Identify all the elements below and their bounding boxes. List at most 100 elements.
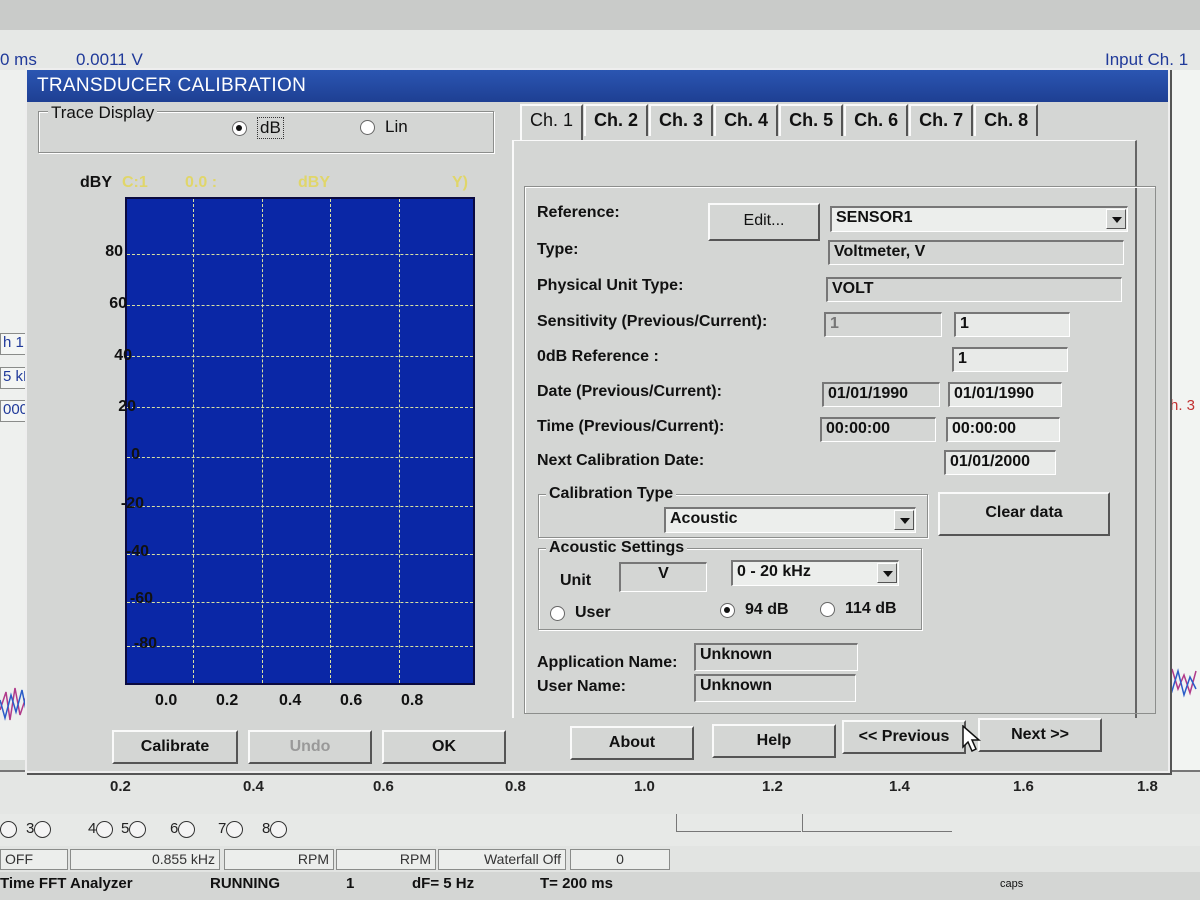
tab-ch-7[interactable]: Ch. 7 — [909, 104, 974, 136]
unit-field: V — [619, 562, 707, 592]
tab-ch-2[interactable]: Ch. 2 — [584, 104, 649, 136]
radio-lin-indicator — [360, 119, 375, 135]
y-tick: -20 — [120, 495, 144, 512]
dialog-titlebar: TRANSDUCER CALIBRATION — [27, 70, 1168, 102]
y-tick: -40 — [125, 543, 149, 560]
chevron-down-icon[interactable] — [894, 510, 914, 530]
x-tick: 0.6 — [340, 692, 363, 709]
plot-grid-vertical — [193, 199, 194, 683]
axis-tick: 0.8 — [505, 778, 526, 795]
plot-grid-vertical — [262, 199, 263, 683]
reference-value: SENSOR1 — [836, 209, 913, 226]
plot-header-unit: dBY — [298, 174, 330, 191]
tab-ch-6[interactable]: Ch. 6 — [844, 104, 909, 136]
clear-data-button[interactable]: Clear data — [938, 492, 1110, 536]
channel-radio-5[interactable]: 5 — [121, 820, 147, 838]
tab-ch-8[interactable]: Ch. 8 — [974, 104, 1039, 136]
plot-grid-vertical — [330, 199, 331, 683]
plot-header-value: 0.0 : — [185, 174, 218, 191]
frequency-range-dropdown[interactable]: 0 - 20 kHz — [731, 560, 899, 586]
channel-radio-2[interactable] — [0, 820, 17, 838]
physical-unit-label: Physical Unit Type: — [537, 277, 684, 294]
mouse-pointer-icon — [962, 725, 981, 753]
transducer-form-group — [524, 186, 1156, 714]
radio-94db-indicator — [720, 602, 735, 618]
channel-selector-bar: 3 4 5 6 7 8 — [0, 814, 1200, 846]
application-name-label: Application Name: — [537, 654, 678, 671]
calibration-type-dropdown[interactable]: Acoustic — [664, 507, 916, 533]
time-readout: 0 ms — [0, 50, 37, 69]
trace-display-title: Trace Display — [48, 103, 158, 123]
ok-button[interactable]: OK — [382, 730, 506, 764]
running-status: RUNNING — [210, 875, 280, 892]
radio-lin-label: Lin — [385, 117, 408, 136]
frequency-range-value: 0 - 20 kHz — [737, 563, 811, 580]
t-status: T= 200 ms — [540, 875, 613, 892]
odb-reference-field[interactable]: 1 — [952, 347, 1068, 372]
undo-button[interactable]: Undo — [248, 730, 372, 764]
y-tick: 60 — [109, 295, 127, 312]
radio-114db[interactable]: 114 dB — [820, 600, 897, 618]
help-button[interactable]: Help — [712, 724, 836, 758]
status-rpm-2: RPM — [336, 849, 436, 870]
radio-user-indicator — [550, 605, 565, 621]
radio-94db[interactable]: 94 dB — [720, 601, 789, 619]
date-previous-field: 01/01/1990 — [822, 382, 940, 407]
status-off: OFF — [0, 849, 68, 870]
plot-header-channel: C:1 — [122, 174, 148, 191]
sensitivity-current-field[interactable]: 1 — [954, 312, 1070, 337]
channel-radio-7[interactable]: 7 — [218, 820, 244, 838]
y-tick: 0 — [131, 446, 140, 463]
analyzer-status-row: OFF 0.855 kHz RPM RPM Waterfall Off 0 — [0, 846, 1200, 872]
channel-3-label: h. 3 — [1170, 397, 1196, 414]
channel-radio-4[interactable]: 4 — [88, 820, 114, 838]
user-name-field[interactable]: Unknown — [694, 674, 856, 702]
calibration-type-value: Acoustic — [670, 510, 738, 527]
reference-label: Reference: — [537, 204, 620, 221]
sensitivity-label: Sensitivity (Previous/Current): — [537, 313, 768, 330]
reference-dropdown[interactable]: SENSOR1 — [830, 206, 1128, 232]
axis-tick: 1.4 — [889, 778, 910, 795]
radio-db[interactable]: dB — [232, 117, 284, 139]
radio-lin[interactable]: Lin — [360, 117, 408, 137]
next-button[interactable]: Next >> — [978, 718, 1102, 752]
user-name-label: User Name: — [537, 678, 626, 695]
status-frequency: 0.855 kHz — [70, 849, 220, 870]
tab-ch-1[interactable]: Ch. 1 — [520, 104, 584, 140]
type-label: Type: — [537, 241, 579, 258]
next-calibration-field[interactable]: 01/01/2000 — [944, 450, 1056, 475]
x-tick: 0.2 — [216, 692, 239, 709]
tab-ch-5[interactable]: Ch. 5 — [779, 104, 844, 136]
channel-radio-6[interactable]: 6 — [170, 820, 196, 838]
tab-ch-3[interactable]: Ch. 3 — [649, 104, 714, 136]
application-name-field[interactable]: Unknown — [694, 643, 858, 671]
unit-label: Unit — [560, 572, 592, 589]
calibration-plot — [125, 197, 475, 685]
y-tick: 40 — [114, 347, 132, 364]
radio-user[interactable]: User — [550, 604, 611, 622]
edit-reference-button[interactable]: Edit... — [708, 203, 820, 241]
tab-ch-4[interactable]: Ch. 4 — [714, 104, 779, 136]
time-previous-field: 00:00:00 — [820, 417, 936, 442]
dialog-title: TRANSDUCER CALIBRATION — [37, 75, 307, 96]
status-waterfall: Waterfall Off — [438, 849, 566, 870]
chevron-down-icon[interactable] — [1106, 209, 1126, 229]
time-axis: 0.2 0.4 0.6 0.8 1.0 1.2 1.4 1.6 1.8 — [0, 770, 1200, 814]
x-tick: 0.8 — [401, 692, 424, 709]
channel-radio-8[interactable]: 8 — [262, 820, 288, 838]
chevron-down-icon[interactable] — [877, 563, 897, 583]
channel-radio-3[interactable]: 3 — [26, 820, 52, 838]
date-current-field[interactable]: 01/01/1990 — [948, 382, 1062, 407]
about-button[interactable]: About — [570, 726, 694, 760]
time-current-field[interactable]: 00:00:00 — [946, 417, 1060, 442]
plot-grid-horizontal — [127, 457, 473, 458]
calibrate-button[interactable]: Calibrate — [112, 730, 238, 764]
date-label: Date (Previous/Current): — [537, 383, 722, 400]
plot-grid-horizontal — [127, 506, 473, 507]
previous-button[interactable]: << Previous — [842, 720, 966, 754]
axis-tick: 1.8 — [1137, 778, 1158, 795]
y-tick: 80 — [105, 243, 123, 260]
plot-grid-horizontal — [127, 254, 473, 255]
average-count: 1 — [346, 875, 355, 892]
plot-grid-vertical — [399, 199, 400, 683]
